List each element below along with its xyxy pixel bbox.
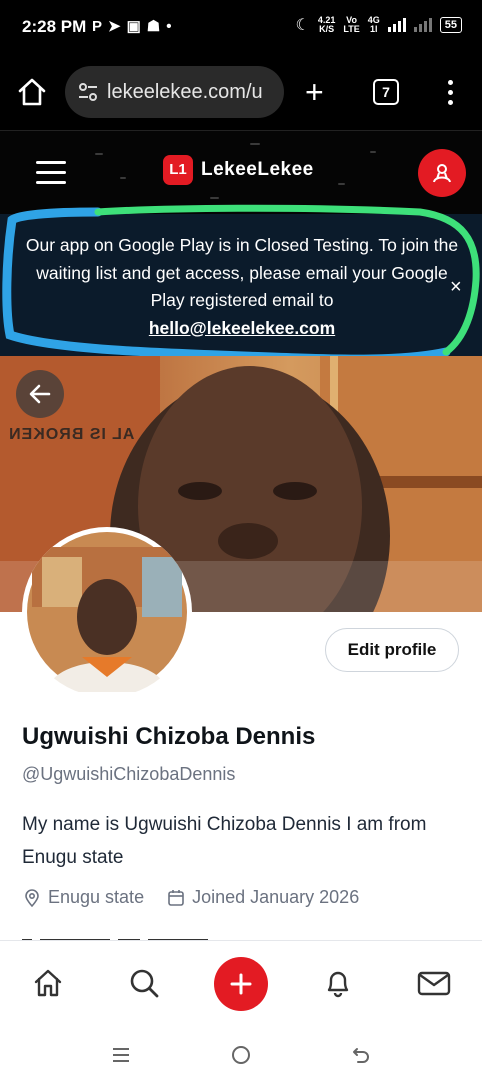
network-bottom: 1l <box>369 24 378 34</box>
location-item: Enugu state <box>22 887 144 908</box>
banner-email-link[interactable]: hello@lekeelekee.com <box>22 315 462 343</box>
profile-bio: My name is Ugwuishi Chizoba Dennis I am … <box>22 814 427 868</box>
home-circle-icon <box>232 1046 250 1064</box>
logo-text: LekeeLekee <box>201 159 314 180</box>
site-logo[interactable]: L1 LekeeLekee <box>163 155 314 185</box>
site-settings-icon[interactable] <box>77 81 99 103</box>
speed-unit: K/S <box>319 24 335 34</box>
system-back-button[interactable] <box>348 1042 374 1068</box>
user-avatar-button[interactable] <box>418 149 466 197</box>
status-bar: 2:28 PM P➤▣☗• ☾ 4.21 K/S Vo LTE 4G 1l 55 <box>0 0 482 54</box>
home-icon <box>18 78 46 106</box>
status-right: ☾ 4.21 K/S Vo LTE 4G 1l 55 <box>296 15 462 35</box>
nav-home-button[interactable] <box>28 963 68 1003</box>
closed-testing-banner: Our app on Google Play is in Closed Test… <box>0 214 482 356</box>
back-button[interactable] <box>16 370 64 418</box>
nav-add-button[interactable] <box>214 957 268 1011</box>
bottom-navigation <box>0 940 482 1031</box>
user-icon <box>433 164 451 183</box>
network-speed: 4.21 K/S <box>318 16 336 34</box>
cover-background-text: AL IS BROKEN <box>8 426 135 443</box>
address-bar[interactable]: lekeelekee.com/u <box>65 66 284 118</box>
joined-item: Joined January 2026 <box>166 887 359 908</box>
banner-message: Our app on Google Play is in Closed Test… <box>25 235 459 310</box>
new-tab-button[interactable]: + <box>305 76 324 108</box>
system-home-button[interactable] <box>228 1042 254 1068</box>
volte-indicator: Vo LTE <box>343 16 359 34</box>
add-icon <box>230 973 252 995</box>
profile-meta: Enugu state Joined January 2026 <box>22 887 381 908</box>
volte-bottom: LTE <box>343 24 360 34</box>
signal-icon-2 <box>413 18 432 32</box>
banner-text: Our app on Google Play is in Closed Test… <box>22 232 462 342</box>
nav-messages-button[interactable] <box>414 963 454 1003</box>
signal-icon <box>387 18 406 32</box>
nav-notifications-button[interactable] <box>318 963 358 1003</box>
profile-name: Ugwuishi Chizoba Dennis <box>22 723 316 750</box>
profile-avatar[interactable] <box>22 527 192 697</box>
battery-icon: 55 <box>439 17 462 33</box>
bell-icon <box>327 971 349 998</box>
search-icon <box>130 969 159 998</box>
network-type: 4G 1l <box>368 16 380 34</box>
hamburger-menu-button[interactable] <box>36 161 66 185</box>
tab-switcher-button[interactable]: 7 <box>373 79 399 105</box>
recents-icon <box>113 1048 129 1062</box>
status-time: 2:28 PM <box>22 17 87 36</box>
notification-icons: P➤▣☗• <box>92 17 178 35</box>
snapchat-icon: ☗ <box>146 18 167 35</box>
edit-profile-button[interactable]: Edit profile <box>325 628 459 672</box>
recents-button[interactable] <box>108 1042 134 1068</box>
send-icon: ➤ <box>108 18 127 35</box>
location-text: Enugu state <box>48 887 145 907</box>
calendar-icon <box>168 889 184 906</box>
browser-menu-button[interactable] <box>440 77 460 107</box>
profile-avatar-image <box>27 532 187 692</box>
profile-handle: @UgwuishiChizobaDennis <box>22 764 236 784</box>
moon-icon: ☾ <box>295 17 310 34</box>
follow-stats-cutoff <box>22 930 282 940</box>
arrow-left-icon <box>29 384 51 404</box>
dot-icon: • <box>166 18 178 35</box>
p-icon: P <box>92 18 109 35</box>
back-icon <box>353 1048 369 1063</box>
browser-toolbar: lekeelekee.com/u + 7 <box>0 54 482 130</box>
browser-home-button[interactable] <box>14 74 50 110</box>
banner-close-button[interactable]: × <box>450 276 462 299</box>
logo-mark: L1 <box>163 155 193 185</box>
home-icon <box>34 969 62 997</box>
nav-search-button[interactable] <box>124 963 164 1003</box>
joined-text: Joined January 2026 <box>192 887 360 907</box>
mail-icon <box>417 971 451 996</box>
site-header: L1 LekeeLekee <box>0 130 482 215</box>
app-icon: ▣ <box>126 18 147 35</box>
system-navigation <box>0 1030 482 1080</box>
url-text[interactable]: lekeelekee.com/u <box>107 81 263 104</box>
location-pin-icon <box>25 888 39 907</box>
